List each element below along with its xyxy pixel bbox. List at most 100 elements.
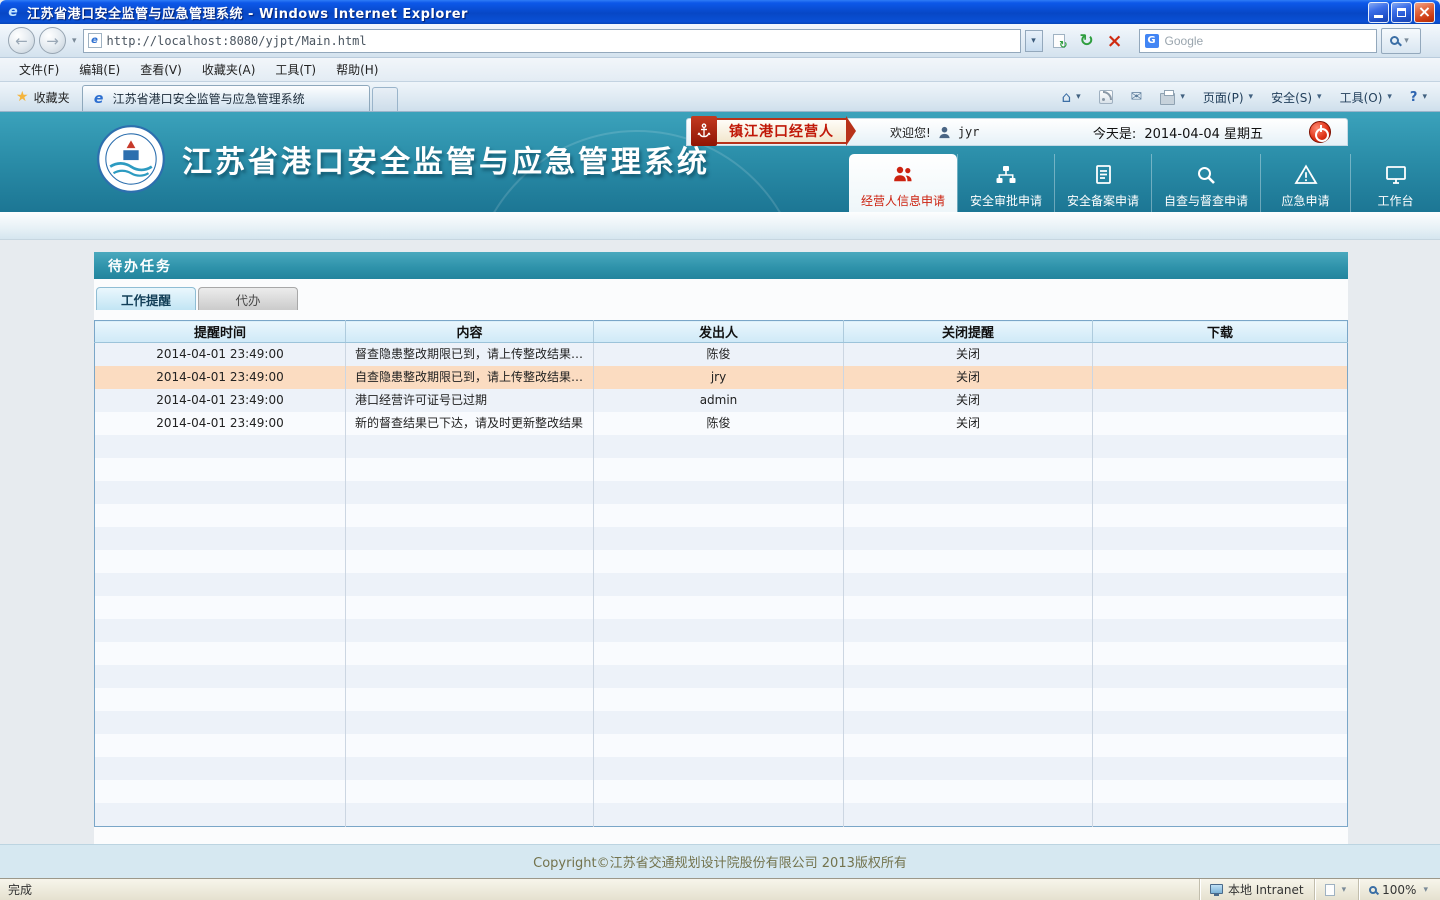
print-button[interactable] (1153, 85, 1192, 109)
close-reminder-link[interactable]: 关闭 (844, 389, 1093, 412)
warning-triangle-icon (1293, 161, 1319, 189)
nav-item-inspection[interactable]: 自查与督查申请 (1151, 154, 1260, 212)
monitor-icon (1383, 161, 1409, 189)
cell-sender (594, 780, 844, 803)
forward-button[interactable] (39, 27, 66, 54)
refresh-button[interactable] (1075, 29, 1099, 53)
address-toolbar (0, 24, 1440, 58)
cell-close (844, 481, 1093, 504)
browser-tab-active[interactable]: 江苏省港口安全监管与应急管理系统 (82, 85, 370, 111)
nav-item-label: 经营人信息申请 (861, 192, 945, 209)
address-dropdown-button[interactable] (1025, 30, 1043, 52)
compatibility-button[interactable] (1047, 29, 1071, 53)
nav-item-emergency[interactable]: 应急申请 (1260, 154, 1350, 212)
home-button[interactable] (1055, 85, 1088, 109)
search-input[interactable] (1165, 34, 1371, 48)
search-button[interactable] (1381, 28, 1421, 54)
mode-icon (1325, 884, 1335, 896)
new-tab-button[interactable] (372, 87, 398, 111)
safety-menu-label: 安全(S) (1271, 89, 1312, 106)
cell-download (1093, 642, 1348, 665)
back-button[interactable] (8, 27, 35, 54)
nav-item-workbench[interactable]: 工作台 (1350, 154, 1440, 212)
search-options-icon (1404, 36, 1409, 46)
menu-file[interactable]: 文件(F) (10, 59, 68, 80)
nav-item-safety-approval[interactable]: 安全审批申请 (957, 154, 1054, 212)
cell-close (844, 711, 1093, 734)
history-dropdown-icon[interactable] (72, 36, 77, 46)
maximize-button[interactable] (1391, 2, 1412, 23)
col-header-close: 关闭提醒 (844, 321, 1093, 343)
cell-time (95, 642, 346, 665)
tab-todo[interactable]: 代办 (198, 287, 298, 310)
cell-content (346, 780, 594, 803)
menu-favorites[interactable]: 收藏夹(A) (193, 59, 265, 80)
cell-time (95, 435, 346, 458)
cell-time (95, 504, 346, 527)
nav-item-safety-record[interactable]: 安全备案申请 (1054, 154, 1151, 212)
favorites-button[interactable]: 收藏夹 (6, 85, 80, 109)
window-title-bar: 江苏省港口安全监管与应急管理系统 - Windows Internet Expl… (0, 0, 1440, 24)
cell-time: 2014-04-01 23:49:00 (95, 412, 346, 435)
help-button[interactable] (1403, 85, 1434, 109)
cell-time (95, 757, 346, 780)
todo-table: 提醒时间 内容 发出人 关闭提醒 下载 2014-04-01 23:49:00督… (94, 320, 1348, 827)
cell-sender (594, 596, 844, 619)
stop-button[interactable] (1103, 29, 1127, 53)
cell-sender (594, 458, 844, 481)
close-icon (1418, 4, 1431, 20)
menu-edit[interactable]: 编辑(E) (70, 59, 129, 80)
cell-close (844, 527, 1093, 550)
tools-menu-button[interactable]: 工具(O) (1333, 85, 1399, 109)
table-header-row: 提醒时间 内容 发出人 关闭提醒 下载 (95, 321, 1348, 343)
cell-close (844, 504, 1093, 527)
app-title: 江苏省港口安全监管与应急管理系统 (182, 137, 710, 181)
cell-download (1093, 458, 1348, 481)
col-header-download: 下载 (1093, 321, 1348, 343)
close-reminder-link[interactable]: 关闭 (844, 412, 1093, 435)
date-cluster: 今天是: 2014-04-04 星期五 (1093, 123, 1263, 142)
page-menu-button[interactable]: 页面(P) (1196, 85, 1260, 109)
cell-close (844, 803, 1093, 827)
close-reminder-link[interactable]: 关闭 (844, 366, 1093, 389)
window-controls (1368, 2, 1435, 23)
cell-download (1093, 481, 1348, 504)
cell-content (346, 619, 594, 642)
close-button[interactable] (1414, 2, 1435, 23)
cell-time: 2014-04-01 23:49:00 (95, 389, 346, 412)
zoom-segment[interactable]: 100% (1358, 879, 1440, 900)
table-row-empty (95, 780, 1348, 803)
cell-content (346, 665, 594, 688)
cell-content (346, 458, 594, 481)
logout-button[interactable] (1309, 121, 1331, 143)
cell-close (844, 757, 1093, 780)
zone-label: 本地 Intranet (1228, 881, 1304, 898)
status-right: 本地 Intranet 100% (1199, 879, 1440, 900)
command-bar: 页面(P) 安全(S) 工具(O) (1055, 85, 1434, 109)
page-reload-icon (1053, 34, 1065, 48)
page-menu-label: 页面(P) (1203, 89, 1244, 106)
cell-sender (594, 665, 844, 688)
menu-tools[interactable]: 工具(T) (266, 59, 325, 80)
nav-item-operator-info[interactable]: 经营人信息申请 (849, 154, 957, 212)
tab-work-reminder[interactable]: 工作提醒 (96, 287, 196, 310)
safety-menu-button[interactable]: 安全(S) (1264, 85, 1329, 109)
mail-button[interactable] (1124, 85, 1150, 109)
anchor-icon (691, 116, 717, 146)
menu-help[interactable]: 帮助(H) (327, 59, 387, 80)
copyright-text: Copyright©江苏省交通规划设计院股份有限公司 2013版权所有 (533, 852, 907, 871)
menu-view[interactable]: 查看(V) (131, 59, 191, 80)
cell-time (95, 527, 346, 550)
protected-mode-segment[interactable] (1314, 879, 1359, 900)
feeds-button[interactable] (1092, 85, 1120, 109)
cell-download (1093, 711, 1348, 734)
address-input[interactable] (107, 34, 1016, 48)
cell-sender (594, 435, 844, 458)
nav-item-label: 自查与督查申请 (1164, 192, 1248, 209)
close-reminder-link[interactable]: 关闭 (844, 343, 1093, 367)
intranet-zone-icon (1210, 884, 1223, 894)
minimize-icon (1374, 15, 1383, 18)
minimize-button[interactable] (1368, 2, 1389, 23)
cell-close (844, 688, 1093, 711)
cell-download (1093, 389, 1348, 412)
